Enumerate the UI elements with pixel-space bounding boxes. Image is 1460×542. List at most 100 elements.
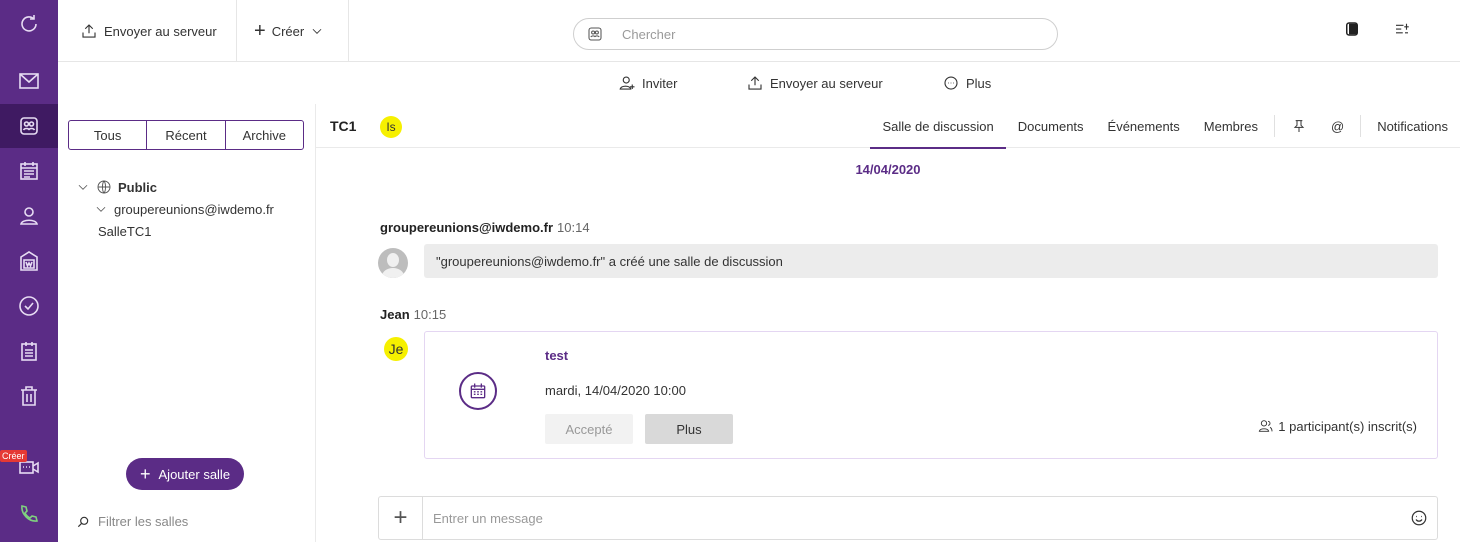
room-title: TC1: [330, 118, 357, 134]
pin-icon: [1293, 120, 1305, 132]
add-room-label: Ajouter salle: [158, 466, 231, 482]
notes-icon[interactable]: [0, 329, 58, 373]
more-label: Plus: [966, 75, 992, 91]
toolbar-divider: [236, 0, 237, 62]
room-avatar[interactable]: Is: [380, 116, 402, 138]
room-tabs: Salle de discussion Documents Événements…: [870, 104, 1460, 149]
room-actions-bar: Inviter Envoyer au serveur Plus: [58, 62, 1460, 104]
chat-rooms-icon[interactable]: [0, 104, 58, 148]
plus-icon: +: [254, 20, 266, 42]
create-label: Créer: [271, 23, 305, 39]
chevron-down-icon: [78, 184, 88, 190]
tree-node-room[interactable]: SalleTC1: [76, 220, 274, 242]
toolbar-divider: [348, 0, 349, 62]
panel-toggle-icon: [1346, 22, 1358, 36]
plus-icon: +: [393, 504, 408, 531]
tree-label-public: Public: [118, 179, 158, 195]
search-box[interactable]: [573, 18, 1058, 50]
upload-icon: [82, 24, 96, 38]
sort-options-button[interactable]: [1393, 20, 1411, 38]
search-input[interactable]: [622, 26, 1002, 42]
event-more-button[interactable]: Plus: [645, 414, 733, 444]
phone-icon[interactable]: [0, 492, 58, 536]
emoji-button[interactable]: [1401, 509, 1437, 527]
documents-icon[interactable]: [0, 239, 58, 283]
participants-label: 1 participant(s) inscrit(s): [1278, 418, 1417, 434]
more-circle-icon: [944, 76, 958, 90]
participants-icon: [1259, 420, 1273, 432]
search-icon: [77, 516, 89, 527]
tree-node-group[interactable]: groupereunions@iwdemo.fr: [76, 198, 274, 220]
plus-icon: +: [140, 464, 151, 484]
tab-divider: [1360, 115, 1362, 137]
create-dropdown-button[interactable]: + Créer: [254, 20, 324, 42]
event-card: test mardi, 14/04/2020 10:00 Accepté Plu…: [424, 331, 1438, 459]
accepted-button[interactable]: Accepté: [545, 414, 633, 444]
add-person-icon: [619, 76, 635, 90]
app-window: Créer Envoyer au serveur + Créer Cherche…: [0, 0, 1460, 542]
contacts-search-icon: [588, 27, 602, 41]
message-time: 10:15: [413, 307, 447, 322]
calendar-icon[interactable]: [0, 149, 58, 193]
participants-info[interactable]: 1 participant(s) inscrit(s): [1258, 418, 1417, 434]
tree-label-group: groupereunions@iwdemo.fr: [114, 201, 274, 217]
message-sender-1: groupereunions@iwdemo.fr 10:14: [380, 220, 590, 235]
event-title[interactable]: test: [545, 348, 568, 363]
mail-icon[interactable]: [0, 59, 58, 103]
date-separator: 14/04/2020: [855, 162, 921, 177]
pin-button[interactable]: [1279, 104, 1319, 148]
room-filter-input[interactable]: [98, 514, 298, 529]
tree-label-room: SalleTC1: [98, 223, 152, 239]
event-calendar-icon: [459, 372, 497, 410]
rooms-filter-segment: Tous Récent Archive: [68, 120, 304, 150]
user-avatar-jean[interactable]: Je: [384, 337, 408, 361]
notifications-button[interactable]: Notifications: [1365, 104, 1460, 148]
message-sender-2: Jean 10:15: [380, 307, 446, 322]
tree-node-public[interactable]: Public: [76, 176, 274, 198]
tab-members[interactable]: Membres: [1192, 104, 1270, 148]
rooms-panel: Tous Récent Archive Public groupereunion…: [58, 104, 316, 542]
invite-label: Inviter: [642, 75, 678, 91]
message-composer: +: [378, 496, 1438, 540]
tasks-icon[interactable]: [0, 284, 58, 328]
conversation-area: TC1 Is Salle de discussion Documents Évé…: [316, 104, 1460, 542]
more-button[interactable]: Plus: [942, 74, 991, 92]
room-header: TC1 Is Salle de discussion Documents Évé…: [316, 104, 1460, 149]
room-filter: [76, 514, 298, 529]
segment-archive[interactable]: Archive: [226, 121, 303, 149]
chevron-down-icon: [312, 28, 322, 34]
invite-button[interactable]: Inviter: [618, 74, 677, 92]
contacts-icon[interactable]: [0, 194, 58, 238]
sync-icon[interactable]: [0, 2, 58, 46]
chevron-down-icon: [96, 206, 106, 212]
default-avatar[interactable]: [378, 248, 408, 278]
system-message: "groupereunions@iwdemo.fr" a créé une sa…: [424, 244, 1438, 278]
sender-name: Jean: [380, 307, 410, 322]
video-meeting-icon[interactable]: Créer: [0, 444, 58, 488]
trash-icon[interactable]: [0, 374, 58, 418]
upload-to-server-button[interactable]: Envoyer au serveur: [80, 22, 217, 40]
upload-to-server-button-2[interactable]: Envoyer au serveur: [746, 74, 883, 92]
message-input[interactable]: [423, 510, 1401, 526]
upload-label: Envoyer au serveur: [104, 23, 217, 39]
attach-button[interactable]: +: [379, 497, 423, 539]
upload-icon: [748, 76, 762, 90]
message-time: 10:14: [557, 220, 590, 235]
event-datetime: mardi, 14/04/2020 10:00: [545, 383, 686, 398]
globe-icon: [97, 180, 111, 194]
tab-events[interactable]: Événements: [1096, 104, 1192, 148]
segment-recent[interactable]: Récent: [147, 121, 226, 149]
tab-documents[interactable]: Documents: [1006, 104, 1096, 148]
app-rail: Créer: [0, 0, 58, 542]
sender-name: groupereunions@iwdemo.fr: [380, 220, 554, 235]
meeting-badge: Créer: [0, 450, 27, 462]
mentions-button[interactable]: @: [1319, 104, 1356, 148]
tab-chat-room[interactable]: Salle de discussion: [870, 104, 1007, 149]
layout-toggle-button[interactable]: [1343, 20, 1361, 38]
tab-divider: [1273, 115, 1275, 137]
rooms-tree: Public groupereunions@iwdemo.fr SalleTC1: [76, 176, 274, 242]
emoji-icon: [1411, 510, 1427, 526]
add-room-button[interactable]: + Ajouter salle: [126, 458, 245, 490]
segment-all[interactable]: Tous: [69, 121, 148, 149]
sort-icon: [1396, 23, 1409, 34]
